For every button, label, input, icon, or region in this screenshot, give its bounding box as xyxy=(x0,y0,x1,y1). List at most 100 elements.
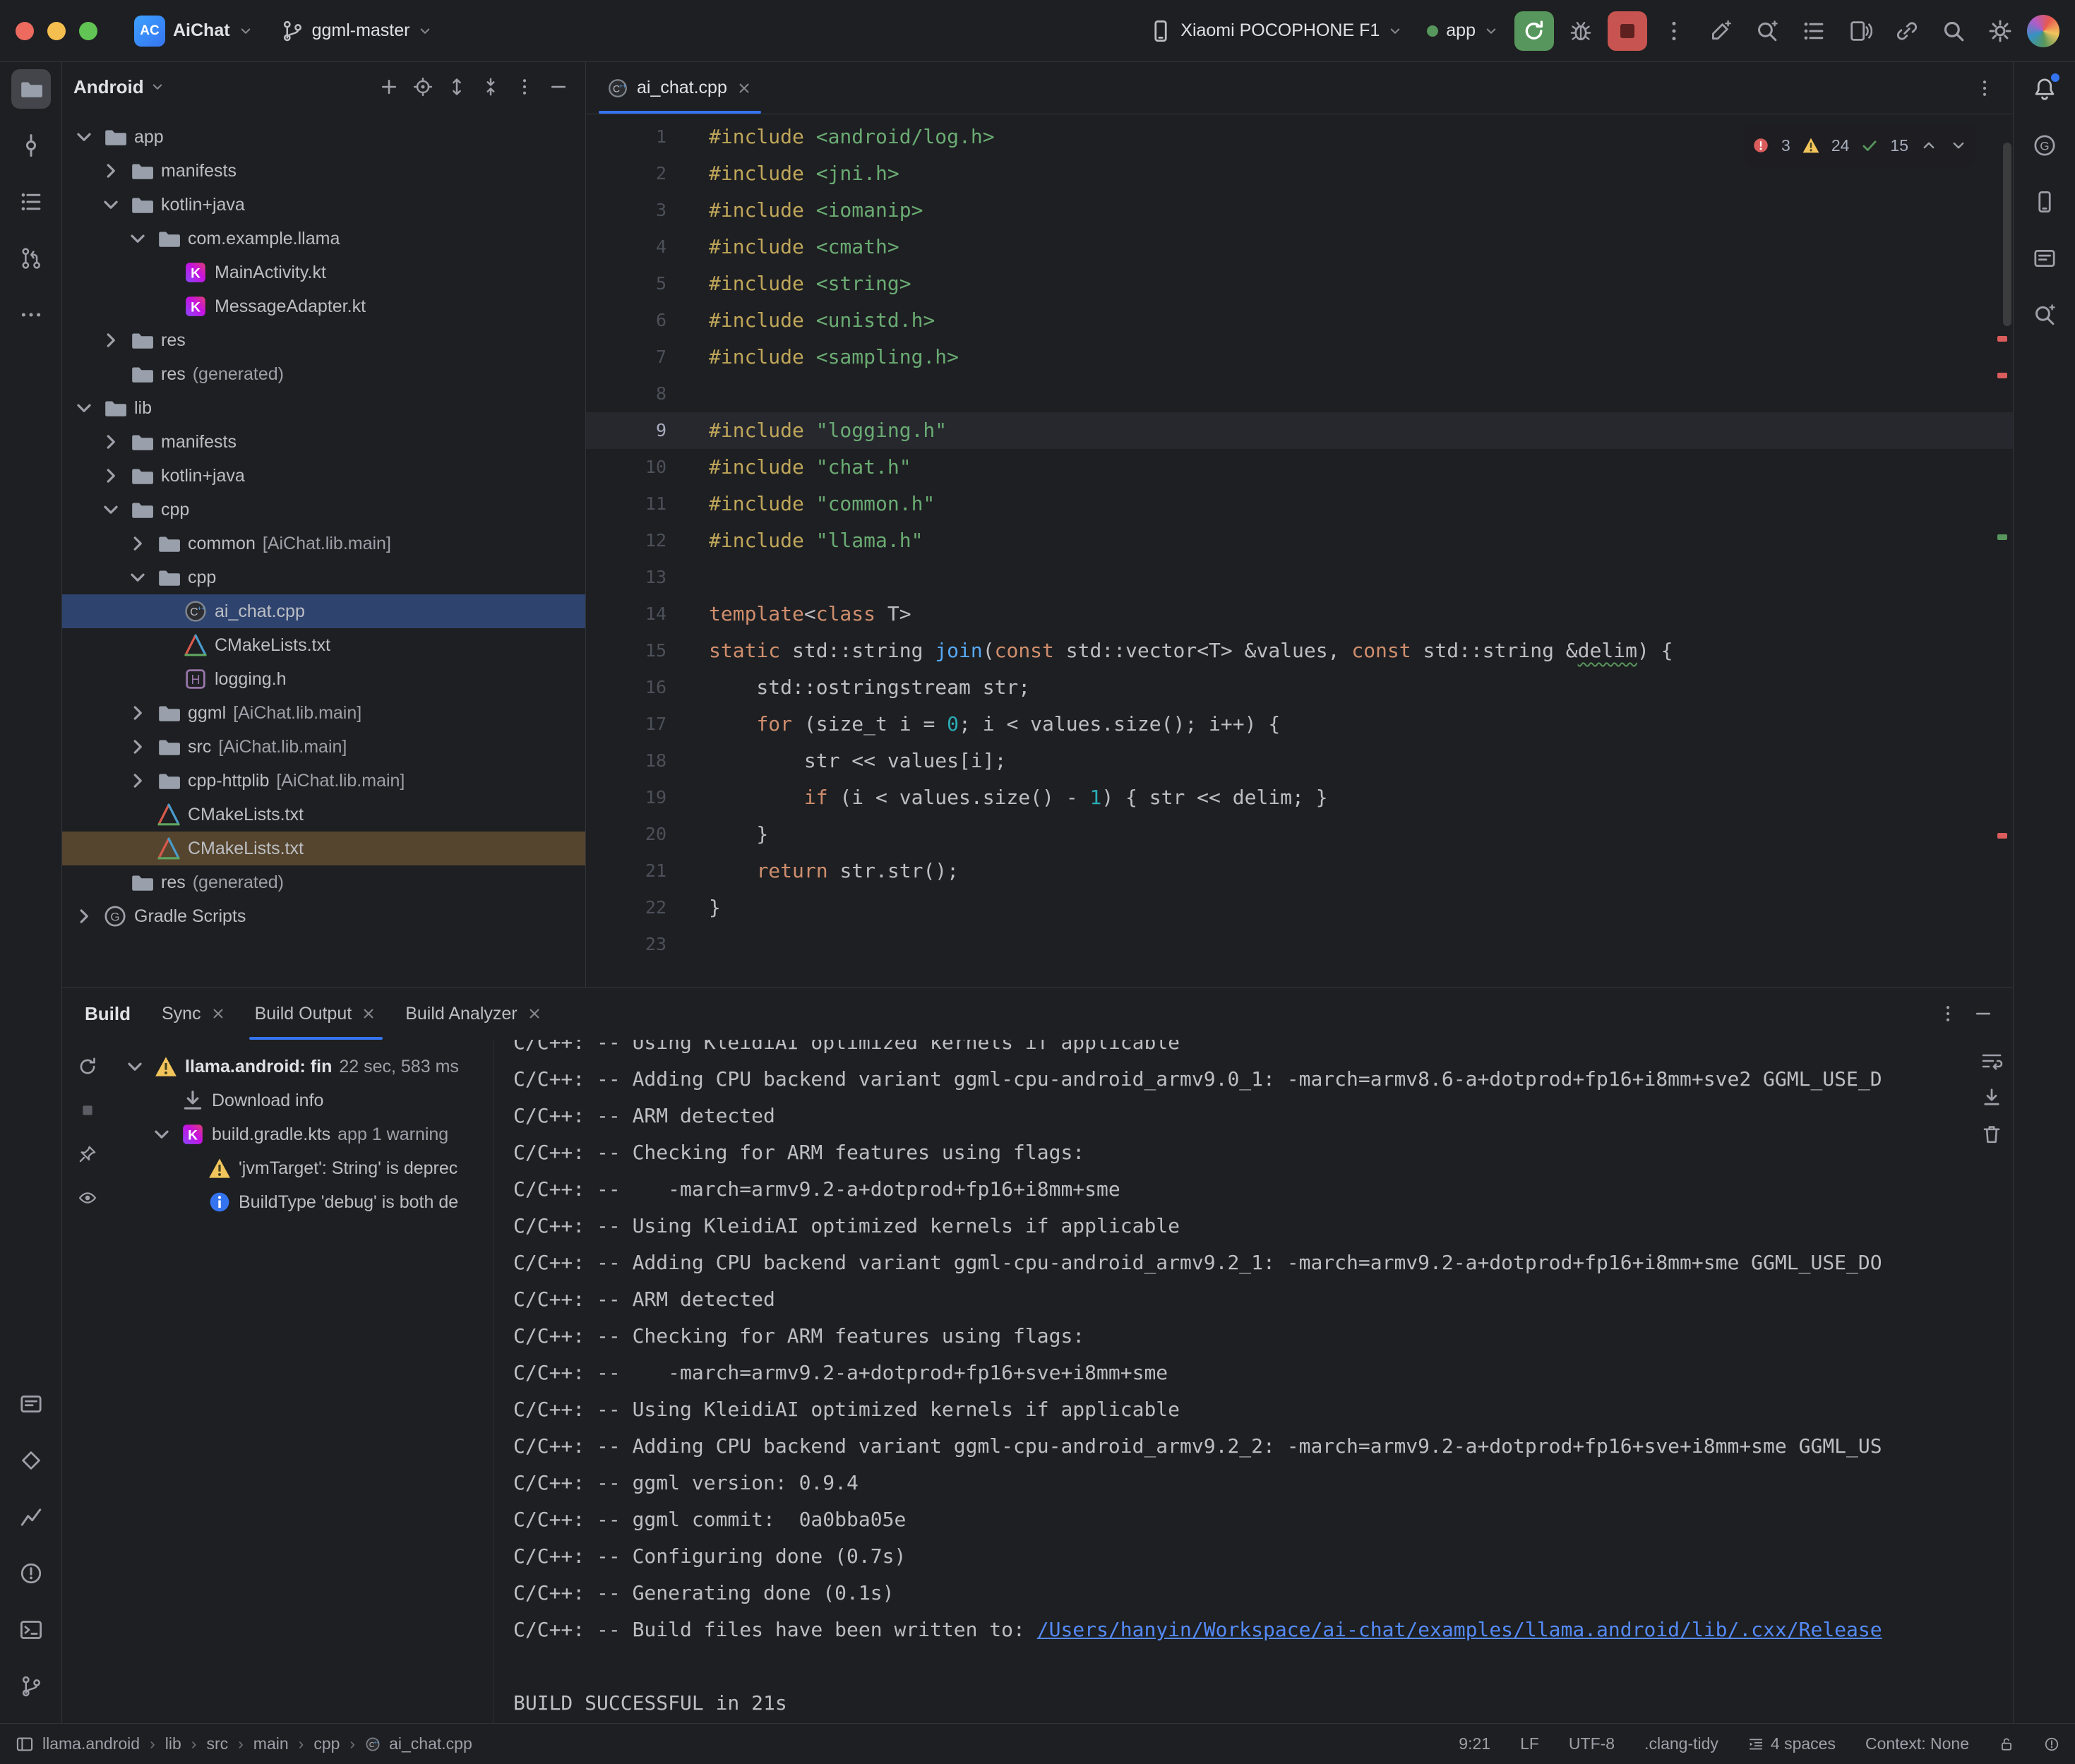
build-console[interactable]: C/C++: -- Using KleidiAI optimized kerne… xyxy=(493,1040,2013,1723)
pin-button[interactable] xyxy=(71,1137,104,1171)
project-tree-item[interactable]: ggml [AiChat.lib.main] xyxy=(62,696,585,730)
close-tab-icon[interactable] xyxy=(736,80,753,97)
soft-wrap-icon[interactable] xyxy=(1980,1050,2003,1072)
project-tree-item[interactable]: manifests xyxy=(62,154,585,188)
chevron-down-icon[interactable] xyxy=(150,1122,174,1146)
chevron-right-icon[interactable] xyxy=(72,904,96,928)
project-tree-item[interactable]: KMessageAdapter.kt xyxy=(62,289,585,323)
stop-build-button[interactable] xyxy=(71,1093,104,1127)
chevron-right-icon[interactable] xyxy=(99,430,123,454)
tab-build-analyzer[interactable]: Build Analyzer xyxy=(391,988,556,1040)
project-tree-item[interactable]: common [AiChat.lib.main] xyxy=(62,527,585,560)
close-tab-icon[interactable] xyxy=(210,1005,227,1022)
settings-button[interactable] xyxy=(1980,11,2020,51)
build-tree-item[interactable]: llama.android: fin 22 sec, 583 ms xyxy=(113,1050,493,1084)
project-tree-item[interactable]: cpp xyxy=(62,493,585,527)
code-line[interactable]: 5#include <string> xyxy=(586,265,2013,302)
logcat-tool-button[interactable] xyxy=(11,1384,51,1424)
project-tree-item[interactable]: Hlogging.h xyxy=(62,662,585,696)
hide-build-panel-button[interactable] xyxy=(1968,998,1999,1029)
editor-options-button[interactable] xyxy=(1969,73,2000,104)
build-tree-item[interactable]: Download info xyxy=(113,1084,493,1117)
stop-button[interactable] xyxy=(1608,11,1647,51)
code-line[interactable]: 15static std::string join(const std::vec… xyxy=(586,632,2013,669)
code-line[interactable]: 18 str << values[i]; xyxy=(586,743,2013,779)
chevron-down-icon[interactable] xyxy=(123,1055,147,1079)
project-tree-item[interactable]: res (generated) xyxy=(62,865,585,899)
code-line[interactable]: 17 for (size_t i = 0; i < values.size();… xyxy=(586,706,2013,743)
commit-tool-button[interactable] xyxy=(11,126,51,165)
code-line[interactable]: 19 if (i < values.size() - 1) { str << d… xyxy=(586,779,2013,816)
run-configuration-selector[interactable]: app xyxy=(1418,16,1507,45)
chevron-down-icon[interactable] xyxy=(72,125,96,149)
project-tree-item[interactable]: res xyxy=(62,323,585,357)
project-tool-button[interactable] xyxy=(11,69,51,109)
breadcrumb-item[interactable]: ai_chat.cpp xyxy=(389,1734,472,1753)
code-line[interactable]: 20 } xyxy=(586,816,2013,853)
code-line[interactable]: 22} xyxy=(586,889,2013,926)
code-line[interactable]: 16 std::ostringstream str; xyxy=(586,669,2013,706)
ai-edit-button[interactable] xyxy=(1701,11,1740,51)
context-widget[interactable]: Context: None xyxy=(1865,1734,1969,1753)
code-line[interactable]: 11#include "common.h" xyxy=(586,486,2013,522)
code-line[interactable]: 4#include <cmath> xyxy=(586,229,2013,265)
build-tree-item[interactable]: BuildType 'debug' is both de xyxy=(113,1185,493,1219)
indicator-icon[interactable] xyxy=(2044,1736,2059,1752)
project-tree-item[interactable]: kotlin+java xyxy=(62,459,585,493)
app-inspection-tool-button[interactable] xyxy=(11,1441,51,1480)
scroll-to-end-icon[interactable] xyxy=(1980,1086,2003,1109)
editor-scrollbar[interactable] xyxy=(2003,143,2011,326)
notifications-button[interactable] xyxy=(2025,69,2064,109)
project-tree-item[interactable]: GGradle Scripts xyxy=(62,899,585,933)
breadcrumb-item[interactable]: main xyxy=(253,1734,289,1753)
chevron-right-icon[interactable] xyxy=(126,769,150,793)
project-tree-item[interactable]: kotlin+java xyxy=(62,188,585,222)
code-line[interactable]: 10#include "chat.h" xyxy=(586,449,2013,486)
error-stripe-mark[interactable] xyxy=(1997,833,2007,839)
chevron-right-icon[interactable] xyxy=(126,532,150,556)
tab-build-output[interactable]: Build Output xyxy=(241,988,392,1040)
vcs-branch-widget[interactable]: ggml-master xyxy=(272,15,442,47)
chevron-right-icon[interactable] xyxy=(99,464,123,488)
chevron-down-icon[interactable] xyxy=(126,227,150,251)
minimize-window-button[interactable] xyxy=(47,22,66,40)
code-line[interactable]: 13 xyxy=(586,559,2013,596)
search-everywhere-button[interactable] xyxy=(1934,11,1973,51)
close-window-button[interactable] xyxy=(16,22,34,40)
zoom-window-button[interactable] xyxy=(79,22,97,40)
device-selector[interactable]: Xiaomi POCOPHONE F1 xyxy=(1140,15,1411,47)
locate-file-button[interactable] xyxy=(407,71,438,102)
clear-all-icon[interactable] xyxy=(1980,1123,2003,1146)
chevron-down-icon[interactable] xyxy=(99,498,123,522)
chevron-down-icon[interactable] xyxy=(126,565,150,589)
profiler-tool-button[interactable] xyxy=(11,1497,51,1537)
chevron-right-icon[interactable] xyxy=(126,701,150,725)
encoding-widget[interactable]: UTF-8 xyxy=(1569,1734,1615,1753)
tool-window-layout-icon[interactable] xyxy=(16,1735,34,1753)
chevron-down-icon[interactable] xyxy=(72,396,96,420)
code-line[interactable]: 14template<class T> xyxy=(586,596,2013,632)
code-line[interactable]: 6#include <unistd.h> xyxy=(586,302,2013,339)
project-tree-item[interactable]: CMakeLists.txt xyxy=(62,832,585,865)
pull-requests-tool-button[interactable] xyxy=(11,239,51,278)
build-tree-item[interactable]: Kbuild.gradle.kts app 1 warning xyxy=(113,1117,493,1151)
project-tree-item[interactable]: CMakeLists.txt xyxy=(62,798,585,832)
chevron-down-icon[interactable] xyxy=(99,193,123,217)
code-area[interactable]: 1#include <android/log.h>2#include <jni.… xyxy=(586,114,2013,987)
project-widget[interactable]: AC AiChat xyxy=(126,11,262,51)
project-tree-item[interactable]: com.example.llama xyxy=(62,222,585,256)
debug-button[interactable] xyxy=(1561,11,1601,51)
terminal-tool-button[interactable] xyxy=(11,1610,51,1650)
project-tree-item[interactable]: cpp-httplib [AiChat.lib.main] xyxy=(62,764,585,798)
project-tree-item[interactable]: CMakeLists.txt xyxy=(62,628,585,662)
chevron-right-icon[interactable] xyxy=(99,159,123,183)
build-panel-title[interactable]: Build xyxy=(68,1003,148,1025)
previous-issue-icon[interactable] xyxy=(1920,136,1938,155)
gradle-tool-button[interactable]: G xyxy=(2025,126,2064,165)
project-tree-item[interactable]: KMainActivity.kt xyxy=(62,256,585,289)
caret-position-widget[interactable]: 9:21 xyxy=(1459,1734,1490,1753)
chevron-right-icon[interactable] xyxy=(99,328,123,352)
code-line[interactable]: 12#include "llama.h" xyxy=(586,522,2013,559)
link-button[interactable] xyxy=(1887,11,1927,51)
breadcrumb-item[interactable]: src xyxy=(206,1734,228,1753)
